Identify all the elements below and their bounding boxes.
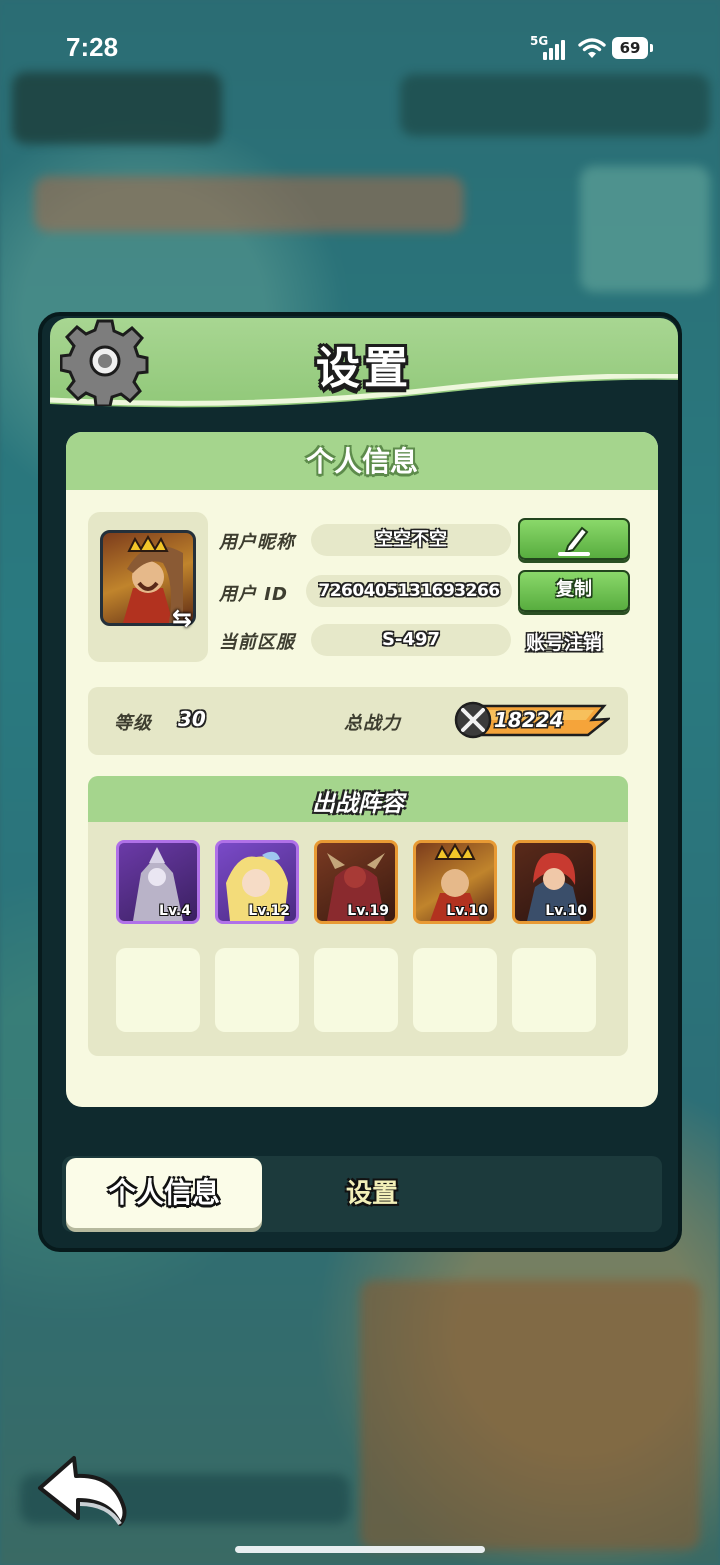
cancel-account-link[interactable]: 账号注销 [526, 628, 602, 655]
status-bar: 7:28 5G 69 [0, 0, 720, 96]
level-value: 30 [178, 707, 206, 731]
hero-level: Lv.12 [248, 903, 290, 919]
wifi-icon [578, 38, 606, 58]
card-header: 个人信息 [66, 432, 658, 490]
signal-icon [543, 38, 569, 60]
empty-hero-slot[interactable] [413, 948, 497, 1032]
empty-hero-slot[interactable] [215, 948, 299, 1032]
battery-indicator: 69 [612, 37, 653, 59]
hero-card[interactable]: Lv.12 [215, 840, 299, 924]
server-value: S-497 [311, 624, 511, 656]
tab-settings[interactable]: 设置 [292, 1162, 452, 1226]
empty-hero-slot[interactable] [116, 948, 200, 1032]
gear-icon [60, 319, 149, 406]
bg-windmill [360, 1280, 700, 1550]
pencil-icon [558, 526, 590, 556]
hero-card[interactable]: Lv.10 [512, 840, 596, 924]
level-label: 等级 [114, 713, 152, 734]
hero-card[interactable]: Lv.19 [314, 840, 398, 924]
hero-level: Lv.19 [347, 903, 389, 919]
id-label: 用户 ID [219, 584, 288, 605]
tab-personal-info[interactable]: 个人信息 [66, 1158, 262, 1228]
tab-bar: 个人信息 设置 [62, 1156, 662, 1232]
settings-panel: 设置 个人信息 ⇆ 用户昵称 空空不空 用户 ID 72604051316932… [38, 312, 682, 1252]
battle-lineup: 出战阵容 Lv.4 Lv.12 Lv.19 Lv.10 Lv.10 [88, 776, 628, 1056]
edit-nickname-button[interactable] [518, 518, 630, 560]
server-label: 当前区服 [219, 632, 295, 653]
avatar-container: ⇆ [88, 512, 208, 662]
nickname-label: 用户昵称 [219, 532, 295, 553]
card-title: 个人信息 [305, 445, 418, 478]
back-arrow-icon[interactable] [36, 1452, 132, 1532]
hero-card[interactable]: Lv.4 [116, 840, 200, 924]
status-time: 7:28 [66, 32, 119, 62]
hero-card[interactable]: Lv.10 [413, 840, 497, 924]
lineup-title: 出战阵容 [312, 791, 404, 817]
lineup-header: 出战阵容 [88, 776, 628, 822]
power-value: 18224 [494, 708, 564, 732]
empty-hero-slot[interactable] [512, 948, 596, 1032]
personal-info-card: 个人信息 ⇆ 用户昵称 空空不空 用户 ID 7260405131693266 … [66, 432, 658, 1107]
stats-bar: 等级 30 总战力 18224 [88, 687, 628, 755]
hero-level: Lv.10 [545, 903, 587, 919]
hero-level: Lv.10 [446, 903, 488, 919]
nickname-value: 空空不空 [311, 524, 511, 556]
hero-level: Lv.4 [159, 903, 191, 919]
copy-id-button[interactable]: 复制 [518, 570, 630, 612]
bg-hero-row [34, 176, 464, 232]
home-indicator[interactable] [235, 1546, 485, 1553]
empty-hero-slot[interactable] [314, 948, 398, 1032]
swap-icon[interactable]: ⇆ [172, 604, 202, 632]
power-badge: 18224 [454, 701, 610, 739]
bg-minimap [580, 166, 710, 292]
power-label: 总战力 [344, 713, 401, 734]
id-value: 7260405131693266 [306, 575, 512, 607]
